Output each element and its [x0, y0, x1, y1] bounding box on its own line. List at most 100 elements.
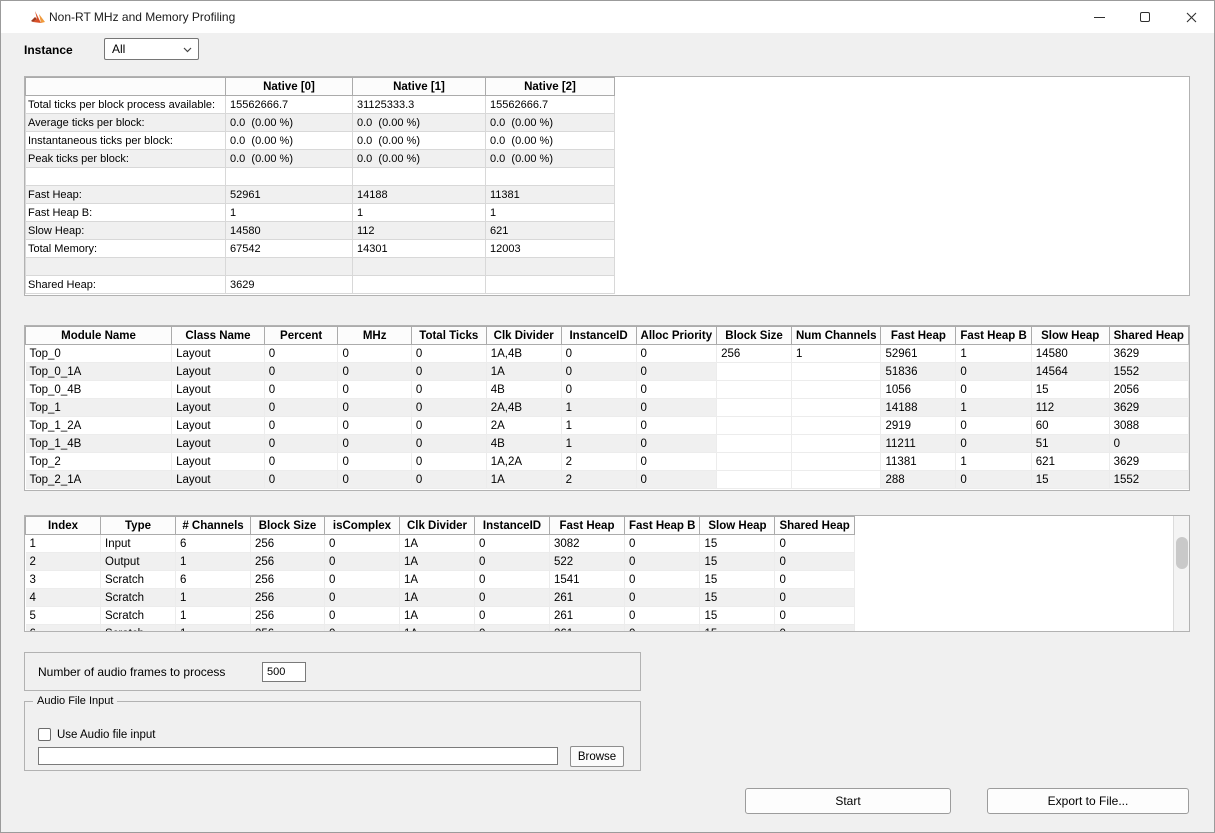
table-cell[interactable]: 3629 [1109, 453, 1188, 471]
table-cell[interactable]: 0 [411, 471, 486, 489]
use-audio-file-checkbox-row[interactable]: Use Audio file input [38, 728, 155, 741]
table-cell[interactable]: 1 [956, 453, 1031, 471]
table-cell[interactable]: 6 [176, 535, 251, 553]
audio-file-path-input[interactable] [38, 747, 558, 765]
table-cell[interactable]: 0 [325, 535, 400, 553]
table-cell[interactable]: 0 [561, 363, 636, 381]
table-row[interactable]: Top_1_4BLayout0004B10112110510 [26, 435, 1189, 453]
table-cell[interactable]: 1A [400, 535, 475, 553]
table-cell[interactable]: 1552 [1109, 363, 1188, 381]
table-cell[interactable]: 2A,4B [486, 399, 561, 417]
table-cell[interactable] [791, 471, 881, 489]
table-cell[interactable]: 2 [561, 471, 636, 489]
table-cell[interactable]: 14188 [353, 186, 486, 204]
table-cell[interactable] [717, 399, 792, 417]
column-header[interactable]: InstanceID [561, 327, 636, 345]
table-cell[interactable]: 0 [475, 589, 550, 607]
table-cell[interactable]: 14580 [1031, 345, 1109, 363]
table-cell[interactable]: 0 [411, 345, 486, 363]
table-row[interactable]: 2Output125601A05220150 [26, 553, 855, 571]
table-row[interactable]: Top_0Layout0001A,4B002561529611145803629 [26, 345, 1189, 363]
table-cell[interactable]: Instantaneous ticks per block: [26, 132, 226, 150]
table-cell[interactable]: 15 [700, 589, 775, 607]
table-cell[interactable]: 3 [26, 571, 101, 589]
column-header[interactable]: Clk Divider [400, 517, 475, 535]
table-cell[interactable]: 0 [625, 625, 700, 633]
table-cell[interactable]: Total Memory: [26, 240, 226, 258]
table-cell[interactable]: 2056 [1109, 381, 1188, 399]
table-cell[interactable]: 3629 [1109, 399, 1188, 417]
browse-button[interactable]: Browse [570, 746, 624, 767]
table-cell[interactable] [486, 276, 615, 294]
table-cell[interactable]: 11381 [881, 453, 956, 471]
column-header[interactable]: InstanceID [475, 517, 550, 535]
table-row[interactable]: Slow Heap:14580112621 [26, 222, 615, 240]
table-cell[interactable]: Top_0_4B [26, 381, 172, 399]
table-cell[interactable]: Input [101, 535, 176, 553]
table-cell[interactable]: 0 [636, 471, 717, 489]
minimize-button[interactable] [1076, 1, 1122, 33]
table-cell[interactable]: 4B [486, 381, 561, 399]
table-cell[interactable] [717, 417, 792, 435]
table-cell[interactable]: 0 [411, 435, 486, 453]
table-cell[interactable]: 0 [264, 453, 338, 471]
column-header[interactable]: Class Name [172, 327, 265, 345]
table-cell[interactable]: 4B [486, 435, 561, 453]
maximize-button[interactable] [1122, 1, 1168, 33]
table-cell[interactable]: 0 [636, 363, 717, 381]
table-cell[interactable]: 11211 [881, 435, 956, 453]
table-cell[interactable]: 15562666.7 [486, 96, 615, 114]
table-row[interactable]: 3Scratch625601A015410150 [26, 571, 855, 589]
column-header[interactable]: # Channels [176, 517, 251, 535]
table-cell[interactable]: 1A [400, 607, 475, 625]
table-cell[interactable]: Output [101, 553, 176, 571]
table-cell[interactable] [791, 435, 881, 453]
table-cell[interactable]: 11381 [486, 186, 615, 204]
table-cell[interactable]: Fast Heap: [26, 186, 226, 204]
table-cell[interactable]: 0 [956, 471, 1031, 489]
column-header[interactable]: Native [0] [226, 78, 353, 96]
table-cell[interactable]: Scratch [101, 625, 176, 633]
column-header[interactable]: Shared Heap [1109, 327, 1188, 345]
table-cell[interactable] [717, 381, 792, 399]
table-cell[interactable]: 0 [625, 553, 700, 571]
column-header[interactable]: MHz [338, 327, 411, 345]
table-cell[interactable]: 15562666.7 [226, 96, 353, 114]
table-row[interactable]: 5Scratch125601A02610150 [26, 607, 855, 625]
table-cell[interactable]: 0 [775, 535, 854, 553]
table-cell[interactable] [791, 381, 881, 399]
table-cell[interactable]: 0 [264, 363, 338, 381]
table-cell[interactable] [353, 276, 486, 294]
table-cell[interactable] [353, 258, 486, 276]
table-cell[interactable]: 256 [251, 571, 325, 589]
column-header[interactable]: Slow Heap [1031, 327, 1109, 345]
table-cell[interactable] [717, 363, 792, 381]
table-cell[interactable]: 0 [338, 399, 411, 417]
table-cell[interactable]: 15 [1031, 471, 1109, 489]
table-cell[interactable]: 621 [486, 222, 615, 240]
table-cell[interactable]: Average ticks per block: [26, 114, 226, 132]
table-cell[interactable]: 0 [775, 553, 854, 571]
table-cell[interactable]: Top_0_1A [26, 363, 172, 381]
instance-dropdown[interactable]: All [104, 38, 199, 60]
table-cell[interactable]: 256 [717, 345, 792, 363]
table-cell[interactable]: 15 [1031, 381, 1109, 399]
table-row[interactable]: 4Scratch125601A02610150 [26, 589, 855, 607]
table-cell[interactable]: 1A [400, 553, 475, 571]
table-row[interactable]: Fast Heap B:111 [26, 204, 615, 222]
column-header[interactable]: Type [101, 517, 176, 535]
table-cell[interactable]: 0 [264, 435, 338, 453]
table-cell[interactable]: 0 [338, 435, 411, 453]
table-row[interactable]: Top_1_2ALayout0002A1029190603088 [26, 417, 1189, 435]
column-header[interactable]: Fast Heap [550, 517, 625, 535]
table-cell[interactable]: 256 [251, 607, 325, 625]
table-row[interactable] [26, 168, 615, 186]
table-cell[interactable] [353, 168, 486, 186]
table-cell[interactable]: 67542 [226, 240, 353, 258]
table-row[interactable]: 1Input625601A030820150 [26, 535, 855, 553]
table-cell[interactable]: 0 [264, 345, 338, 363]
buffers-scrollbar-thumb[interactable] [1176, 537, 1188, 569]
table-cell[interactable]: Top_1_4B [26, 435, 172, 453]
table-cell[interactable]: 1 [176, 625, 251, 633]
table-row[interactable] [26, 258, 615, 276]
